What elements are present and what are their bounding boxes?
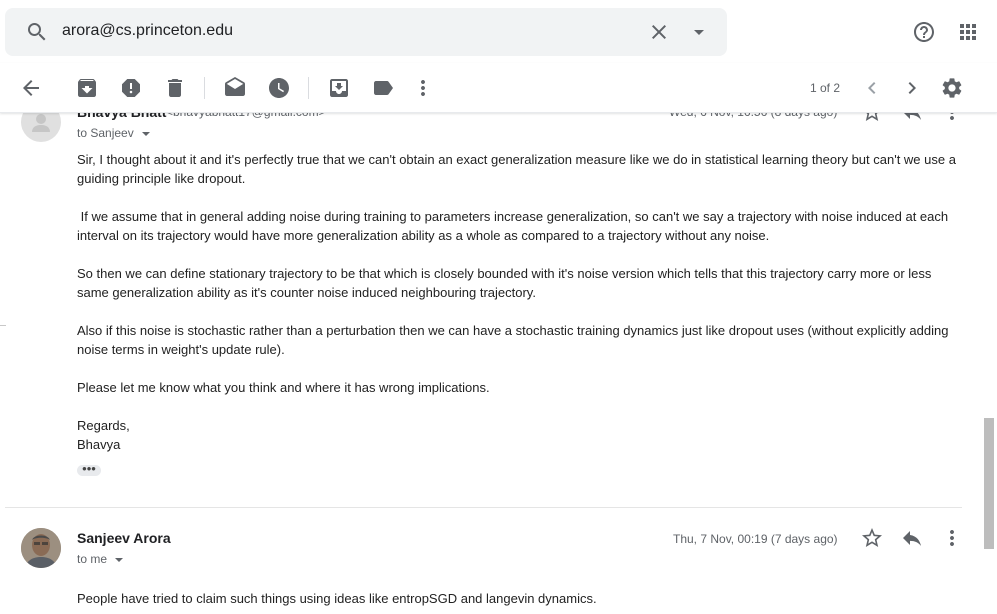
delete-icon[interactable] [163, 76, 187, 100]
avatar[interactable] [21, 528, 61, 568]
mark-unread-icon[interactable] [223, 76, 247, 100]
report-spam-icon[interactable] [119, 76, 143, 100]
reply-icon[interactable] [900, 526, 924, 550]
recipients-label: to Sanjeev [77, 126, 134, 140]
back-arrow-icon[interactable] [19, 76, 43, 100]
pagination-count: 1 of 2 [810, 81, 841, 95]
body-paragraph: So then we can define stationary traject… [77, 266, 936, 300]
recipients-label: to me [77, 552, 108, 566]
sender-name[interactable]: Sanjeev Arora [77, 530, 171, 546]
move-to-icon[interactable] [327, 76, 351, 100]
settings-icon[interactable] [940, 76, 964, 100]
message-divider [5, 507, 962, 508]
chevron-right-icon[interactable] [900, 76, 924, 100]
toolbar-divider [308, 77, 309, 99]
caret-down-icon [115, 557, 124, 562]
show-trimmed-content-button[interactable]: ••• [77, 462, 101, 476]
edge-marker [0, 325, 6, 326]
signature: Regards, Bhavya [77, 418, 130, 452]
archive-icon[interactable] [75, 76, 99, 100]
body-paragraph: Sir, I thought about it and it's perfect… [77, 152, 960, 186]
message-body: People have tried to claim such things u… [77, 591, 597, 606]
message-date: Thu, 7 Nov, 00:19 (7 days ago) [673, 532, 838, 546]
snooze-icon[interactable] [267, 76, 291, 100]
star-icon[interactable] [860, 526, 884, 550]
message-more-icon[interactable] [940, 526, 964, 550]
recipients-toggle[interactable]: to me [77, 552, 124, 566]
label-icon[interactable] [371, 76, 395, 100]
caret-down-icon [141, 131, 150, 136]
body-paragraph: If we assume that in general adding nois… [77, 209, 952, 243]
more-vert-icon[interactable] [411, 76, 435, 100]
toolbar-divider [204, 77, 205, 99]
profile-photo-icon [21, 528, 61, 568]
body-paragraph: Please let me know what you think and wh… [77, 380, 490, 395]
body-paragraph: Also if this noise is stochastic rather … [77, 323, 953, 357]
chevron-left-icon[interactable] [860, 76, 884, 100]
recipients-toggle[interactable]: to Sanjeev [77, 126, 150, 140]
scrollbar-thumb[interactable] [984, 418, 994, 549]
message-toolbar: 1 of 2 [0, 63, 997, 113]
message-body: Sir, I thought about it and it's perfect… [77, 150, 961, 473]
